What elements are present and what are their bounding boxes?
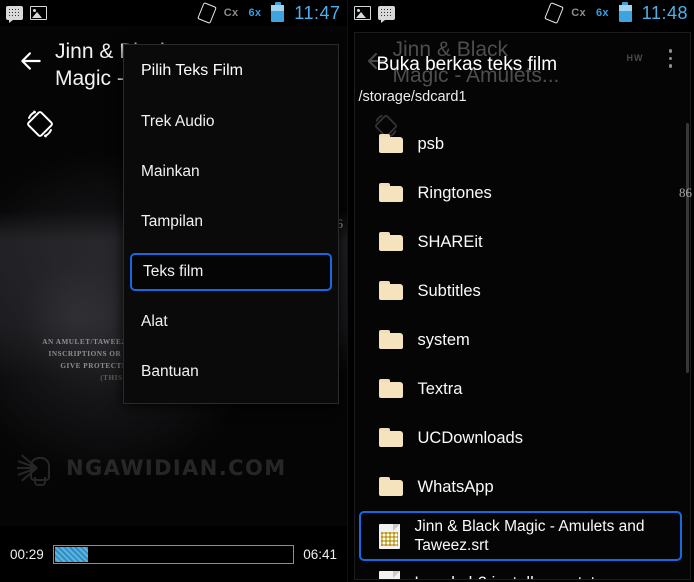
- menu-item-label: Trek Audio: [141, 113, 215, 130]
- network-label: 6x: [595, 7, 609, 19]
- entry-name: SHAREit: [417, 232, 483, 251]
- status-clock: 11:48: [641, 2, 688, 23]
- folder-icon: [378, 477, 403, 496]
- entry-name: UCDownloads: [417, 428, 523, 447]
- seek-bar-fill: [54, 546, 89, 562]
- message-icon: [6, 6, 23, 23]
- menu-item-alat[interactable]: Alat: [124, 297, 338, 347]
- menu-item-bantuan[interactable]: Bantuan: [124, 347, 338, 397]
- left-status-bar: Cx 6x 11:47: [0, 0, 347, 26]
- folder-icon: [378, 379, 403, 398]
- menu-item-label: Mainkan: [141, 163, 200, 180]
- dual-phone-screenshot: Cx 6x 11:47 AN AMULET/TAWEEZ IS A SMALL …: [0, 0, 694, 582]
- folder-icon: [378, 330, 403, 349]
- message-icon: [377, 6, 395, 23]
- subtitle-file-chooser: Jinn & Black Magic - Amulets... Buka ber…: [353, 32, 691, 580]
- list-item[interactable]: system: [355, 315, 690, 364]
- left-status-icons: [6, 6, 47, 23]
- overflow-menu-icon[interactable]: [668, 49, 674, 72]
- entry-name: psb: [417, 134, 445, 153]
- folder-icon: [378, 281, 403, 300]
- menu-item-label: Teks film: [143, 263, 204, 280]
- entry-name: Langkah2 install cuva.txt: [415, 573, 596, 579]
- entry-name: system: [417, 330, 470, 349]
- watermark-text: NGAWIDIAN.COM: [66, 456, 287, 480]
- list-item[interactable]: Ringtones: [355, 168, 690, 217]
- carrier-label: Cx: [571, 7, 586, 19]
- player-popup-menu: Pilih Teks Film Trek Audio Mainkan Tampi…: [123, 44, 339, 404]
- list-item[interactable]: Langkah2 install cuva.txt: [355, 561, 690, 579]
- menu-item-tampilan[interactable]: Tampilan: [124, 197, 338, 247]
- list-item[interactable]: Textra: [355, 364, 690, 413]
- right-status-right: Cx 6x 11:48: [544, 1, 688, 24]
- screen-rotation-icon[interactable]: [20, 104, 60, 144]
- right-status-bar: Cx 6x 11:48: [347, 0, 694, 26]
- picture-icon: [30, 6, 47, 20]
- folder-icon: [378, 232, 403, 251]
- tilt-phone-icon: [196, 2, 217, 24]
- seek-bar[interactable]: [52, 544, 295, 564]
- battery-icon: [618, 1, 632, 22]
- text-file-icon: [378, 523, 400, 549]
- chooser-header: Jinn & Black Magic - Amulets... Buka ber…: [355, 33, 690, 138]
- entry-name: Subtitles: [417, 281, 481, 300]
- left-phone-panel: Cx 6x 11:47 AN AMULET/TAWEEZ IS A SMALL …: [0, 0, 347, 582]
- menu-item-trek-audio[interactable]: Trek Audio: [124, 97, 338, 147]
- carrier-label: Cx: [223, 7, 239, 19]
- site-watermark: NGAWIDIAN.COM: [16, 446, 287, 490]
- current-time-label: 00:29: [10, 546, 44, 562]
- entry-name: Ringtones: [417, 183, 492, 202]
- text-file-icon: [378, 570, 400, 579]
- menu-item-label: Alat: [141, 313, 168, 330]
- list-scrollbar[interactable]: [685, 123, 689, 373]
- player-seek-bar-row: 00:29 06:41: [0, 526, 347, 582]
- chooser-title: Buka berkas teks film: [376, 54, 558, 75]
- hw-decoder-label[interactable]: HW: [627, 53, 644, 63]
- right-phone-panel: Cx 6x 11:48 86 Jinn & Black Magic - Amul…: [346, 0, 694, 582]
- menu-item-label: Bantuan: [141, 363, 199, 380]
- menu-header: Pilih Teks Film: [124, 45, 338, 97]
- menu-header-label: Pilih Teks Film: [141, 62, 243, 79]
- folder-icon: [378, 428, 403, 447]
- list-item[interactable]: SHAREit: [355, 217, 690, 266]
- network-label: 6x: [248, 7, 262, 19]
- total-time-label: 06:41: [303, 546, 337, 562]
- list-item-selected-subtitle[interactable]: Jinn & Black Magic - Amulets and Taweez.…: [358, 511, 682, 561]
- left-status-right: Cx 6x 11:47: [196, 1, 341, 24]
- entry-name: WhatsApp: [417, 477, 494, 496]
- menu-item-teks-film[interactable]: Teks film: [130, 253, 332, 291]
- back-arrow-icon[interactable]: [18, 48, 44, 74]
- lightbulb-icon: [16, 446, 60, 490]
- entry-name: Jinn & Black Magic - Amulets and Taweez.…: [414, 518, 645, 554]
- current-path-label: /storage/sdcard1: [358, 89, 467, 105]
- list-item[interactable]: psb: [355, 119, 690, 168]
- list-item[interactable]: UCDownloads: [355, 413, 690, 462]
- tilt-phone-icon: [544, 2, 565, 24]
- list-item[interactable]: WhatsApp: [355, 462, 690, 511]
- file-list[interactable]: psb Ringtones SHAREit Subtitles system T…: [355, 119, 690, 579]
- battery-icon: [271, 1, 285, 22]
- menu-item-label: Tampilan: [141, 213, 204, 230]
- right-status-icons: [353, 6, 395, 23]
- picture-icon: [353, 6, 371, 20]
- menu-item-mainkan[interactable]: Mainkan: [124, 147, 338, 197]
- folder-icon: [378, 134, 403, 153]
- status-clock: 11:47: [294, 2, 341, 23]
- entry-name: Textra: [417, 379, 463, 398]
- list-item[interactable]: Subtitles: [355, 266, 690, 315]
- right-corner-number: 86: [679, 185, 692, 200]
- folder-icon: [378, 183, 403, 202]
